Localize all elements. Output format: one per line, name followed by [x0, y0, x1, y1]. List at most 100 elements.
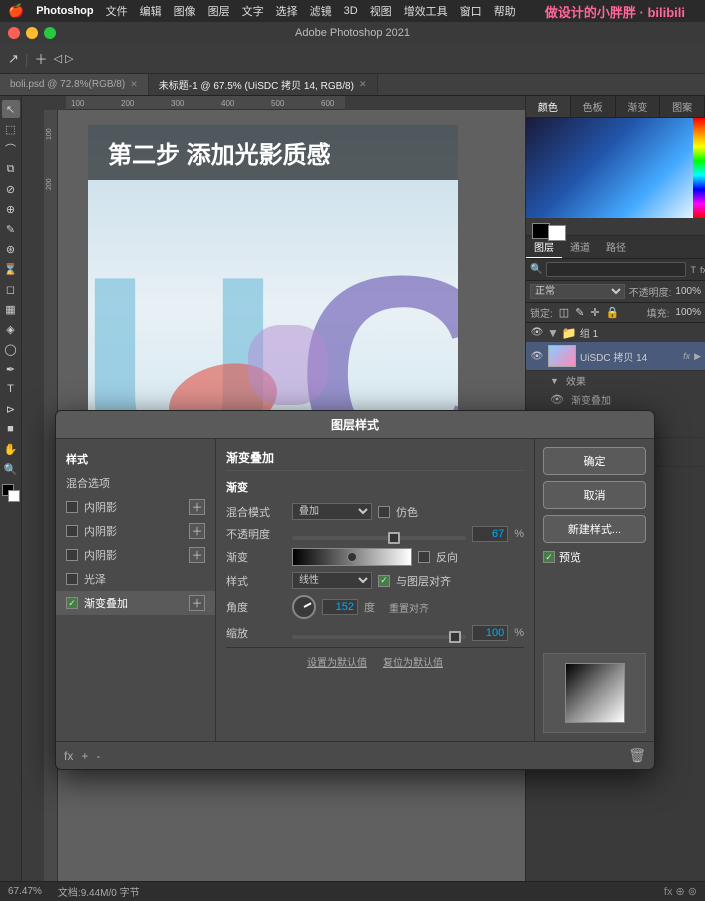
dialog-inner-shadow-3[interactable]: 内阴影 ＋	[56, 543, 215, 567]
inner-shadow-1-checkbox[interactable]	[66, 501, 78, 513]
reset-default-btn[interactable]: 复位为默认值	[383, 654, 443, 669]
opacity-value[interactable]: 100%	[675, 286, 701, 297]
menu-view[interactable]: 视图	[370, 3, 392, 19]
tool-text[interactable]: T	[2, 380, 20, 398]
fill-value[interactable]: 100%	[675, 307, 701, 318]
angle-input[interactable]	[322, 599, 358, 615]
footer-fx-icon[interactable]: fx	[64, 749, 73, 763]
tool-healing[interactable]: ⊕	[2, 200, 20, 218]
footer-minus-icon[interactable]: -	[96, 749, 100, 763]
tab-pattern[interactable]: 图案	[660, 96, 705, 117]
tool-shape[interactable]: ■	[2, 420, 20, 438]
menu-select[interactable]: 选择	[276, 3, 298, 19]
close-button[interactable]	[8, 27, 20, 39]
tool-pen[interactable]: ✒	[2, 360, 20, 378]
tab-swatches[interactable]: 色板	[571, 96, 616, 117]
dialog-gloss[interactable]: 光泽	[56, 567, 215, 591]
layer-group-1[interactable]: 👁 ▼ 📁 组 1	[526, 323, 705, 342]
apple-icon[interactable]: 🍎	[8, 3, 24, 19]
ok-button[interactable]: 确定	[543, 447, 646, 475]
eye-icon[interactable]: 👁	[530, 351, 544, 362]
kind-filter-icon[interactable]: T	[690, 265, 696, 275]
dialog-gradient-overlay[interactable]: ✓ 渐变叠加 ＋	[56, 591, 215, 615]
opacity-slider-thumb[interactable]	[388, 532, 400, 544]
tool-dodge[interactable]: ◯	[2, 340, 20, 358]
menu-file[interactable]: 文件	[106, 3, 128, 19]
tool-move[interactable]: ↖	[2, 100, 20, 118]
tool-history[interactable]: ⌛	[2, 260, 20, 278]
eye-icon[interactable]: 👁	[530, 327, 544, 338]
inner-shadow-2-checkbox[interactable]	[66, 525, 78, 537]
dialog-inner-shadow-1[interactable]: 内阴影 ＋	[56, 495, 215, 519]
menu-help[interactable]: 帮助	[494, 3, 516, 19]
menu-image[interactable]: 图像	[174, 3, 196, 19]
tab-boli[interactable]: boli.psd @ 72.8%(RGB/8) ✕	[0, 74, 149, 95]
layer-uisdc-copy14-selected[interactable]: 👁 UiSDC 拷贝 14 fx ▶	[526, 342, 705, 371]
tool-eraser[interactable]: ◻	[2, 280, 20, 298]
tab-untitled[interactable]: 未标题-1 @ 67.5% (UiSDC 拷贝 14, RGB/8) ✕	[149, 74, 378, 95]
tab-untitled-close[interactable]: ✕	[359, 79, 367, 90]
layer-gradient-overlay[interactable]: 👁 渐变叠加	[526, 390, 705, 409]
effect-visibility-icon[interactable]: 👁	[550, 393, 564, 406]
set-default-btn[interactable]: 设置为默认值	[307, 654, 367, 669]
toolbar-icon-plus[interactable]: ＋	[35, 49, 48, 68]
tool-clone[interactable]: ⊛	[2, 240, 20, 258]
footer-add-icon[interactable]: +	[81, 749, 88, 763]
menu-layer[interactable]: 图层	[208, 3, 230, 19]
group-arrow-icon[interactable]: ▼	[547, 326, 559, 340]
angle-dial[interactable]	[292, 595, 316, 619]
menu-text[interactable]: 文字	[242, 3, 264, 19]
align-checkbox[interactable]: ✓	[378, 575, 390, 587]
dialog-blend-options[interactable]: 混合选项	[56, 471, 215, 495]
layer-fx-expand[interactable]: ▶	[694, 351, 701, 362]
tool-zoom[interactable]: 🔍	[2, 460, 20, 478]
menu-edit[interactable]: 编辑	[140, 3, 162, 19]
blend-mode-select-dialog[interactable]: 叠加 正常 溶解 正片叠底 滤色	[292, 503, 372, 520]
background-color-swatch[interactable]	[548, 225, 566, 241]
tool-gradient[interactable]: ▦	[2, 300, 20, 318]
scale-slider-track[interactable]	[292, 635, 466, 639]
tool-hand[interactable]: ✋	[2, 440, 20, 458]
toolbar-icon-nav[interactable]: ◁ ▷	[54, 52, 74, 65]
tool-select[interactable]: ⬚	[2, 120, 20, 138]
gradient-overlay-add[interactable]: ＋	[189, 595, 205, 611]
layer-search-input[interactable]	[546, 262, 686, 277]
lock-paint-icon[interactable]: ✎	[575, 306, 584, 319]
footer-trash-icon[interactable]: 🗑	[628, 747, 646, 764]
tab-boli-close[interactable]: ✕	[130, 79, 138, 90]
tab-color[interactable]: 颜色	[526, 96, 571, 117]
tool-brush[interactable]: ✎	[2, 220, 20, 238]
opacity-input[interactable]	[472, 526, 508, 542]
new-style-button[interactable]: 新建样式...	[543, 515, 646, 543]
scale-input[interactable]	[472, 625, 508, 641]
gradient-overlay-checkbox[interactable]: ✓	[66, 597, 78, 609]
color-checkbox[interactable]	[378, 506, 390, 518]
tab-gradient[interactable]: 渐变	[616, 96, 661, 117]
foreground-background-colors[interactable]	[2, 484, 20, 502]
layer-effects-group[interactable]: ▼ 效果	[526, 371, 705, 390]
menu-window[interactable]: 窗口	[460, 3, 482, 19]
tool-lasso[interactable]: ⌒	[2, 140, 20, 158]
toolbar-icon-arrow[interactable]: ↗	[8, 51, 19, 67]
scale-slider-thumb[interactable]	[449, 631, 461, 643]
color-gradient-preview[interactable]	[526, 118, 705, 218]
tool-crop[interactable]: ⧉	[2, 160, 20, 178]
reset-angle-label[interactable]: 重置对齐	[389, 600, 429, 615]
opacity-slider-track[interactable]	[292, 536, 466, 540]
tool-path-select[interactable]: ⊳	[2, 400, 20, 418]
gradient-bar[interactable]	[292, 548, 412, 566]
reverse-checkbox[interactable]	[418, 551, 430, 563]
gloss-checkbox[interactable]	[66, 573, 78, 585]
minimize-button[interactable]	[26, 27, 38, 39]
dialog-inner-shadow-2[interactable]: 内阴影 ＋	[56, 519, 215, 543]
fx-filter-icon[interactable]: fx	[700, 265, 705, 275]
blend-mode-select[interactable]: 正常 叠加	[530, 284, 625, 299]
tool-eyedropper[interactable]: ⊘	[2, 180, 20, 198]
cancel-button[interactable]: 取消	[543, 481, 646, 509]
menu-plugins[interactable]: 增效工具	[404, 3, 448, 19]
inner-shadow-2-add[interactable]: ＋	[189, 523, 205, 539]
maximize-button[interactable]	[44, 27, 56, 39]
tool-blur[interactable]: ◈	[2, 320, 20, 338]
inner-shadow-3-checkbox[interactable]	[66, 549, 78, 561]
style-select[interactable]: 线性 径向 角度 反射 菱形	[292, 572, 372, 589]
